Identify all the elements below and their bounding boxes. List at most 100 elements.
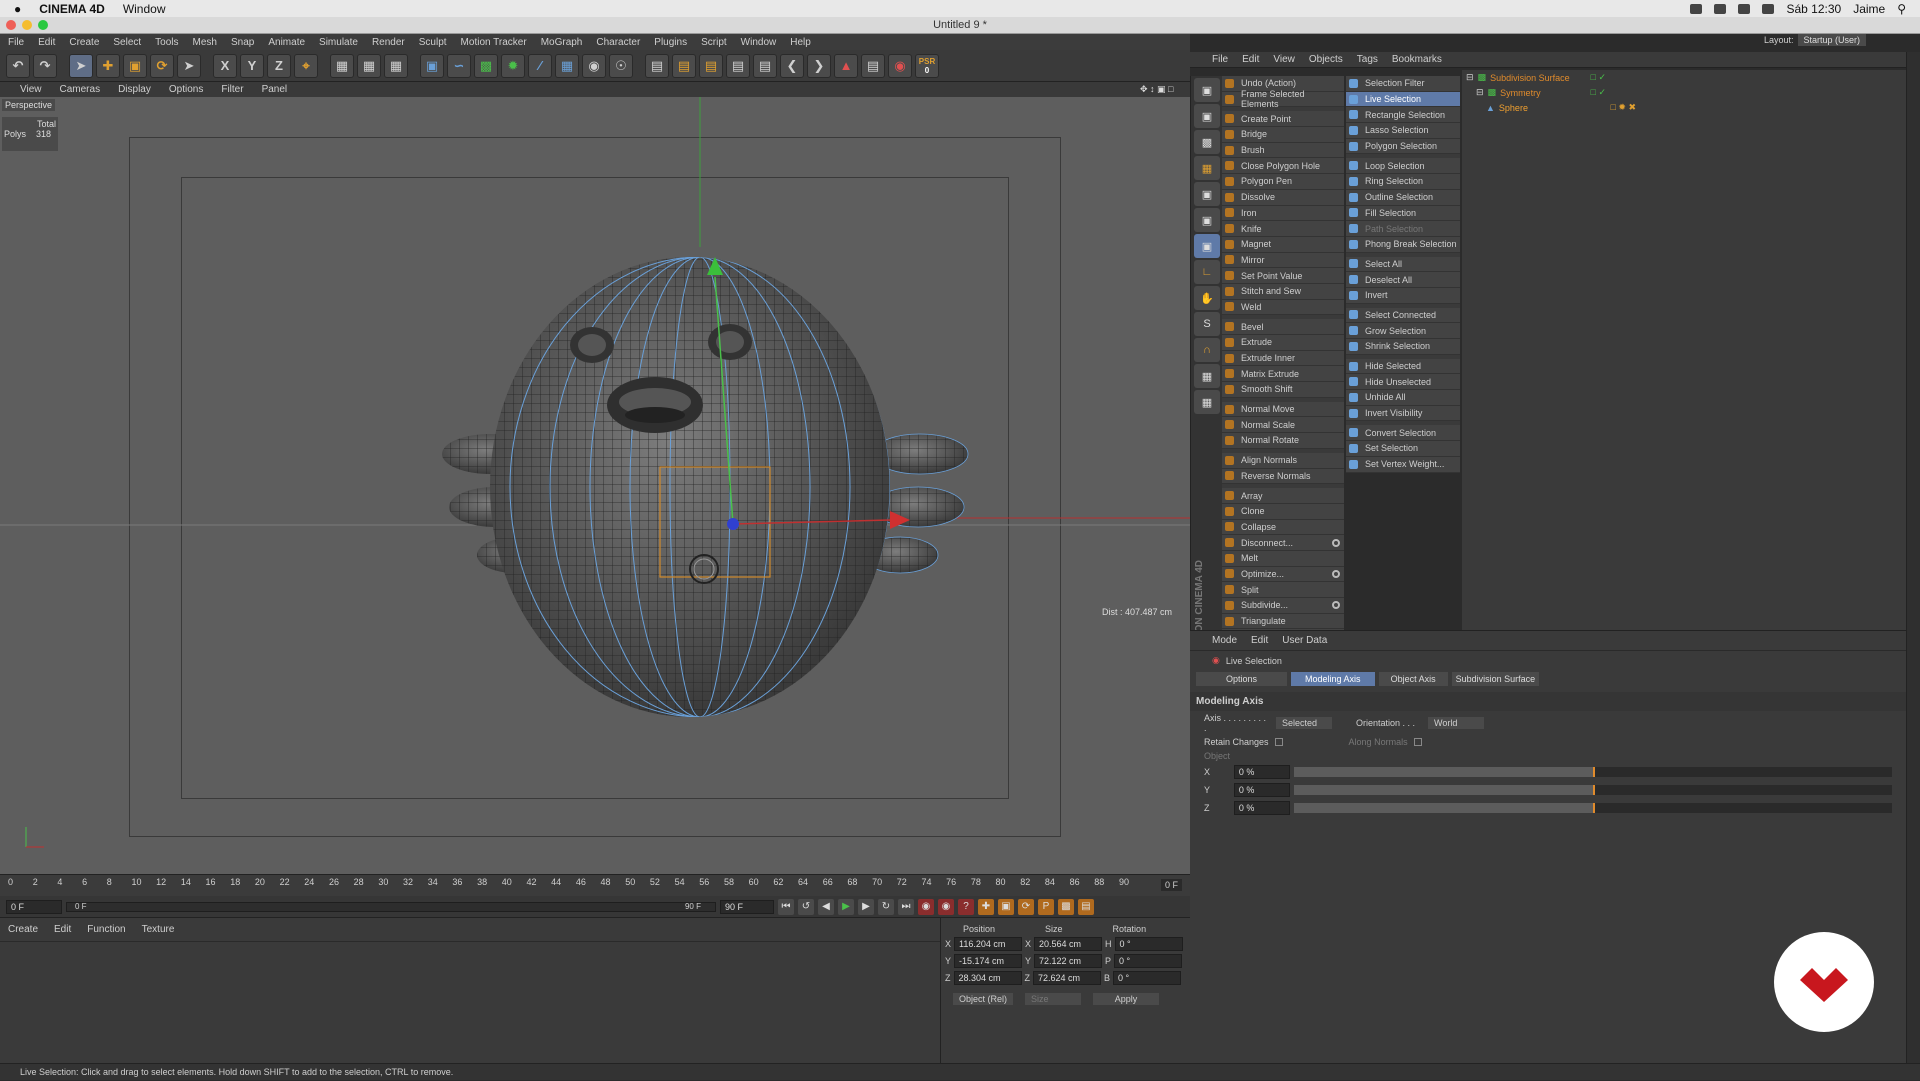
command-item[interactable]: Split [1222, 582, 1344, 598]
zoom-window-icon[interactable] [38, 20, 48, 30]
document-icon[interactable]: ▤ [645, 53, 669, 78]
viewport-menu-view[interactable]: View [20, 84, 42, 95]
rotation-h-field[interactable]: 0 ° [1114, 937, 1183, 951]
command-item[interactable]: Bevel [1222, 319, 1344, 335]
selection-item[interactable]: Polygon Selection [1346, 138, 1460, 155]
play-icon[interactable]: ▶ [838, 898, 854, 915]
menu-file[interactable]: File [8, 37, 24, 48]
render-view-icon[interactable]: ▦ [330, 53, 354, 78]
tweak-mode-icon[interactable]: ✋ [1194, 286, 1220, 310]
x-axis-lock-button[interactable]: X [213, 53, 237, 78]
position-z-field[interactable]: 28.304 cm [953, 971, 1022, 985]
scale-icon[interactable]: ▣ [123, 53, 147, 78]
command-item[interactable]: Magnet [1222, 236, 1344, 253]
selection-item[interactable]: Live Selection [1346, 91, 1460, 108]
selection-item[interactable]: Shrink Selection [1346, 339, 1460, 355]
mac-user[interactable]: Jaime [1853, 2, 1885, 16]
texture-mode-icon[interactable]: ▩ [1194, 130, 1220, 154]
manager-side-tabs[interactable] [1906, 52, 1920, 1063]
light-icon[interactable]: ☉ [609, 53, 633, 78]
timeline-icon[interactable]: ▤ [861, 53, 885, 78]
wifi-icon[interactable] [1738, 3, 1751, 14]
menu-create[interactable]: Create [69, 37, 99, 48]
selection-item[interactable]: Select Connected [1346, 307, 1460, 324]
menu-snap[interactable]: Snap [231, 37, 254, 48]
command-item[interactable]: Create Point [1222, 111, 1344, 128]
command-item[interactable]: Polygon Pen [1222, 174, 1344, 190]
tag-icon[interactable]: □ ✹ ✖ [1610, 102, 1636, 113]
selection-item[interactable]: Fill Selection [1346, 205, 1460, 222]
move-icon[interactable]: ✚ [96, 53, 120, 78]
tree-expand-icon[interactable]: ⊟ [1466, 72, 1474, 83]
size-z-field[interactable]: 72.624 cm [1033, 971, 1101, 985]
menu-tools[interactable]: Tools [155, 37, 178, 48]
viewport-menu-cameras[interactable]: Cameras [60, 84, 101, 95]
size-x-field[interactable]: 20.564 cm [1034, 937, 1103, 951]
tree-item-symmetry[interactable]: ⊟ ▩ Symmetry □ ✓ [1462, 85, 1906, 100]
polygons-mode-icon[interactable]: ▣ [1194, 234, 1220, 258]
floor-icon[interactable]: ▦ [555, 53, 579, 78]
axis-mode-icon[interactable]: ∟ [1194, 260, 1220, 284]
command-item[interactable]: Brush [1222, 142, 1344, 159]
points-mode-icon[interactable]: ▣ [1194, 182, 1220, 206]
selection-item[interactable]: Selection Filter [1346, 76, 1460, 92]
prev-frame-icon[interactable]: ◀ [818, 898, 834, 915]
menu-plugins[interactable]: Plugins [654, 37, 687, 48]
obj-menu-file[interactable]: File [1212, 54, 1228, 65]
make-editable-icon[interactable]: ▣ [1194, 78, 1220, 102]
selection-item[interactable]: Rectangle Selection [1346, 107, 1460, 124]
tree-item-subdivision-surface[interactable]: ⊟ ▩ Subdivision Surface □ ✓ [1462, 70, 1906, 85]
menu-mesh[interactable]: Mesh [193, 37, 217, 48]
tree-item-sphere[interactable]: ▲ Sphere □ ✹ ✖ [1462, 100, 1906, 115]
command-item[interactable]: Extrude [1222, 335, 1344, 351]
command-item[interactable]: Smooth Shift [1222, 382, 1344, 398]
record-icon[interactable]: ◉ [888, 53, 912, 78]
spline-pen-icon[interactable]: ∽ [447, 53, 471, 78]
command-item[interactable]: Dissolve [1222, 189, 1344, 206]
command-item[interactable]: Close Polygon Hole [1222, 158, 1344, 175]
retain-changes-checkbox[interactable] [1274, 738, 1283, 746]
dropbox-icon[interactable] [1714, 3, 1727, 14]
selection-item[interactable]: Invert Visibility [1346, 405, 1460, 422]
save-icon[interactable]: ▤ [672, 53, 696, 78]
menu-script[interactable]: Script [701, 37, 727, 48]
axis-dropdown[interactable]: Selected [1276, 717, 1332, 729]
keyframe-selection-icon[interactable]: ? [958, 898, 974, 915]
psr-icon[interactable]: ▲ [834, 53, 858, 78]
viewport-menu-display[interactable]: Display [118, 84, 151, 95]
export-icon[interactable]: ▤ [726, 53, 750, 78]
subdivision-surface-icon[interactable]: ▩ [474, 53, 498, 78]
command-item[interactable]: Normal Rotate [1222, 433, 1344, 449]
tab-object-axis[interactable]: Object Axis [1378, 672, 1448, 686]
obj-menu-tags[interactable]: Tags [1357, 54, 1378, 65]
last-tool-icon[interactable]: ➤ [177, 53, 201, 78]
mac-clock[interactable]: Sáb 12:30 [1786, 2, 1841, 16]
status-icon[interactable] [1690, 3, 1703, 14]
command-item[interactable]: Set Point Value [1222, 268, 1344, 284]
command-item[interactable]: Iron [1222, 205, 1344, 222]
attr-menu-user-data[interactable]: User Data [1282, 635, 1327, 646]
settings-icon[interactable] [1332, 569, 1340, 578]
timeline-ruler[interactable]: 0 2 4 6 8 10 12 14 16 18 20 22 24 26 28 30 32 34 36 38 40 42 4… [0, 874, 1190, 896]
selection-item[interactable]: Set Selection [1346, 441, 1460, 457]
array-icon[interactable]: ✹ [501, 53, 525, 78]
command-item[interactable]: Normal Move [1222, 401, 1344, 418]
command-item[interactable]: Collapse [1222, 519, 1344, 536]
selection-item[interactable]: Loop Selection [1346, 158, 1460, 175]
axis-y-percent-field[interactable]: 0 % [1233, 783, 1290, 797]
live-selection-icon[interactable]: ➤ [69, 53, 93, 78]
obj-menu-objects[interactable]: Objects [1309, 54, 1343, 65]
end-frame-field[interactable]: 90 F [720, 899, 774, 914]
workplane-lock-icon[interactable]: ▦ [1194, 364, 1220, 388]
viewport-3d[interactable]: Perspective Total Polys 318 Dist : 407.48… [0, 97, 1190, 874]
go-to-start-icon[interactable]: ⏮ [778, 898, 794, 915]
menu-simulate[interactable]: Simulate [319, 37, 358, 48]
key-position-icon[interactable]: ✚ [978, 898, 994, 915]
menu-select[interactable]: Select [113, 37, 141, 48]
auto-key-icon[interactable]: ◉ [938, 898, 954, 915]
model-svg[interactable] [0, 97, 1190, 874]
command-item[interactable]: Melt [1222, 550, 1344, 567]
settings-icon[interactable] [1332, 538, 1340, 547]
along-normals-checkbox[interactable] [1413, 738, 1422, 746]
material-menu-texture[interactable]: Texture [142, 924, 175, 935]
